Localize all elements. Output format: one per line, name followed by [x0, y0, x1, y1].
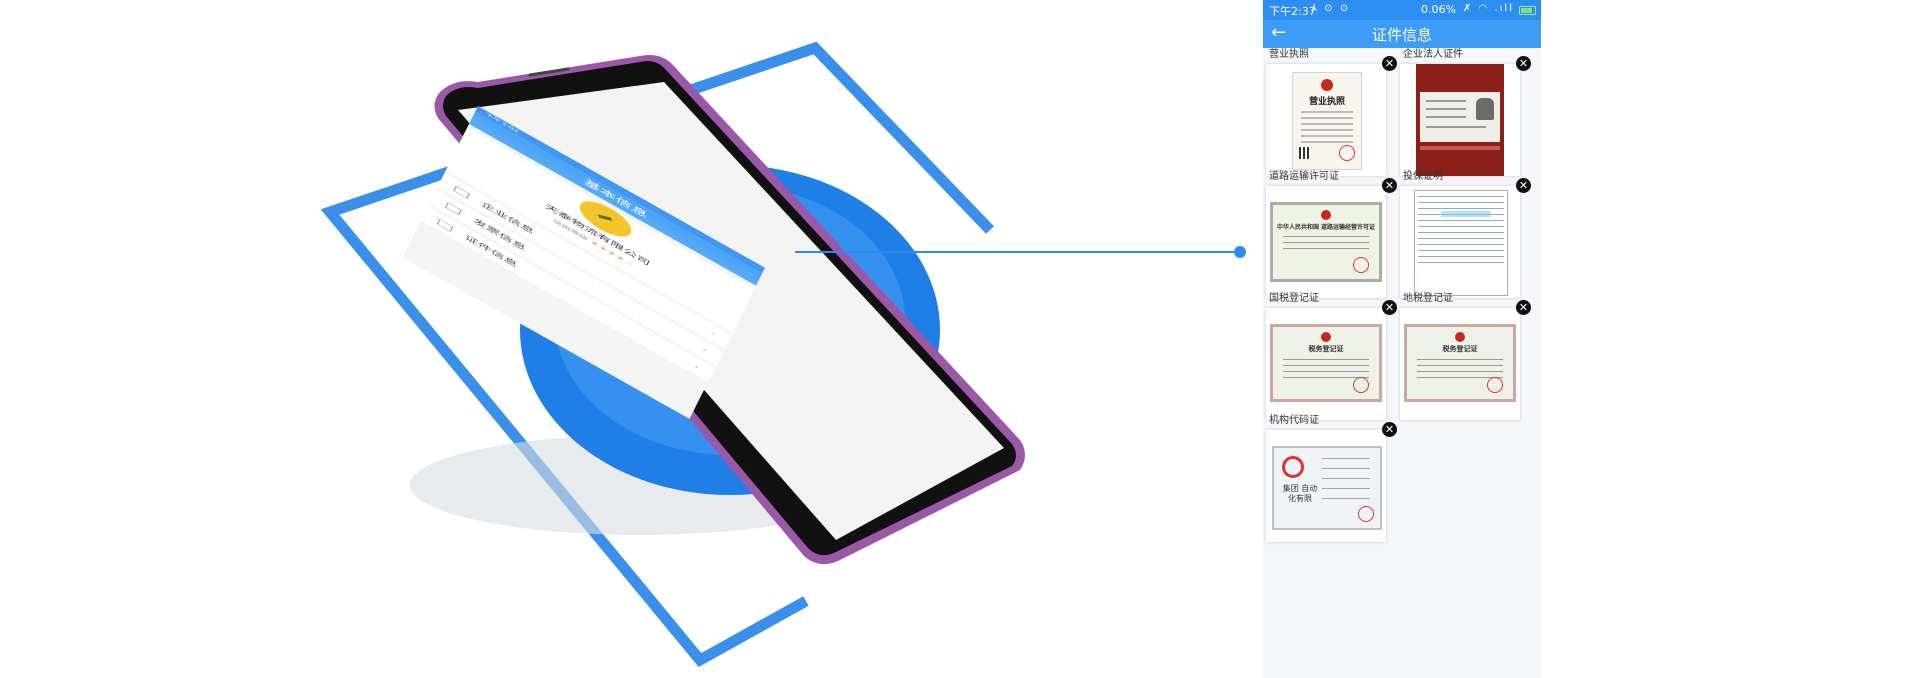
- hero-illustration: 下午3:02 基本信息 天泰物流有限公司 信用等级 ★★★★☆ 企业信息 › 发…: [0, 0, 1920, 678]
- cert-national-tax: 国税登记证 税务登记证 ✕: [1266, 292, 1397, 420]
- chevron-right-icon: ›: [709, 328, 718, 339]
- hero-graphics: [320, 41, 1246, 668]
- notification-icons: ⅄ ⊙ ⊙: [1311, 3, 1351, 14]
- cert-thumbnail[interactable]: [1400, 186, 1520, 298]
- stamp-icon: [1487, 377, 1503, 393]
- data-usage: 0.06%: [1421, 3, 1456, 16]
- stamp-icon: [1353, 377, 1369, 393]
- certificate-screen: 下午2:37 ⅄ ⊙ ⊙ 0.06% ✗ ◠ .ıll ← 证件信息 营业执照 …: [1263, 0, 1541, 678]
- invoice-icon: [445, 202, 462, 216]
- page-title: 证件信息: [1371, 26, 1432, 44]
- id-card-image: [1416, 64, 1504, 176]
- stamp-icon: [1339, 145, 1355, 161]
- connector-dot: [1234, 246, 1246, 258]
- delete-icon[interactable]: ✕: [1516, 300, 1531, 315]
- delete-icon[interactable]: ✕: [1382, 178, 1397, 193]
- cert-insurance-proof: 投保证明 ✕: [1400, 170, 1531, 298]
- cert-thumbnail[interactable]: 集团 自动化有限: [1266, 430, 1386, 542]
- seal-text: 集团 自动化有限: [1282, 484, 1318, 503]
- status-time: 下午2:37: [1269, 5, 1316, 18]
- battery-icon: [1519, 6, 1536, 15]
- cert-label: 投保证明: [1403, 171, 1443, 182]
- delete-icon[interactable]: ✕: [1382, 300, 1397, 315]
- insurance-form-image: [1414, 190, 1508, 296]
- tax-certificate-image: 税务登记证: [1270, 324, 1382, 402]
- chevron-right-icon: ›: [692, 361, 701, 372]
- portrait-icon: [1476, 98, 1494, 120]
- cert-thumbnail[interactable]: [1400, 64, 1520, 176]
- org-code-image: 集团 自动化有限: [1272, 446, 1382, 530]
- national-emblem-icon: [1321, 332, 1331, 342]
- cert-label: 机构代码证: [1269, 415, 1319, 426]
- tax-certificate-image: 税务登记证: [1404, 324, 1516, 402]
- building-icon: [453, 185, 470, 199]
- delete-icon[interactable]: ✕: [1516, 178, 1531, 193]
- national-emblem-icon: [1455, 332, 1465, 342]
- doc-title: 税务登记证: [1308, 345, 1344, 353]
- doc-title: 中华人民共和国 道路运输经营许可证: [1276, 224, 1376, 231]
- cert-org-code: 机构代码证 集团 自动化有限 ✕: [1266, 414, 1397, 542]
- cert-thumbnail[interactable]: 营业执照: [1266, 64, 1386, 176]
- cert-transport-permit: 道路运输许可证 中华人民共和国 道路运输经营许可证 ✕: [1266, 170, 1397, 298]
- status-bar: 下午2:37 ⅄ ⊙ ⊙ 0.06% ✗ ◠ .ıll: [1263, 0, 1541, 20]
- seal-icon: [1282, 456, 1304, 478]
- cert-label: 地税登记证: [1403, 293, 1453, 304]
- chevron-right-icon: ›: [700, 345, 710, 355]
- cert-label: 道路运输许可证: [1269, 171, 1339, 182]
- cert-thumbnail[interactable]: 税务登记证: [1400, 308, 1520, 420]
- national-emblem-icon: [1321, 79, 1333, 91]
- card-icon: [436, 218, 454, 232]
- cert-label: 国税登记证: [1269, 293, 1319, 304]
- transport-permit-image: 中华人民共和国 道路运输经营许可证: [1270, 202, 1382, 282]
- cert-label: 营业执照: [1269, 49, 1309, 60]
- stamp-icon: [1353, 257, 1369, 273]
- cert-label: 企业法人证件: [1403, 49, 1463, 60]
- cert-thumbnail[interactable]: 中华人民共和国 道路运输经营许可证: [1266, 186, 1386, 298]
- cert-thumbnail[interactable]: 税务登记证: [1266, 308, 1386, 420]
- doc-title: 税务登记证: [1442, 345, 1478, 353]
- cert-local-tax: 地税登记证 税务登记证 ✕: [1400, 292, 1531, 420]
- stamp-icon: [1358, 506, 1374, 522]
- cert-legal-person-id: 企业法人证件 ✕: [1400, 48, 1531, 176]
- nav-bar: ← 证件信息: [1263, 20, 1541, 48]
- delete-icon[interactable]: ✕: [1382, 56, 1397, 71]
- delete-icon[interactable]: ✕: [1382, 422, 1397, 437]
- national-emblem-icon: [1321, 210, 1331, 220]
- delete-icon[interactable]: ✕: [1516, 56, 1531, 71]
- cert-business-license: 营业执照 营业执照 ✕: [1266, 48, 1397, 176]
- business-license-image: 营业执照: [1292, 72, 1362, 170]
- signal-wifi-icons: ✗ ◠ .ıll: [1463, 3, 1514, 14]
- certificate-grid: 营业执照 营业执照 ✕ 企业法人证件 ✕ 道路运输许可证 中华人民共和国 道路运…: [1263, 48, 1541, 678]
- doc-title: 营业执照: [1308, 97, 1345, 107]
- qr-code-icon: [1299, 147, 1311, 159]
